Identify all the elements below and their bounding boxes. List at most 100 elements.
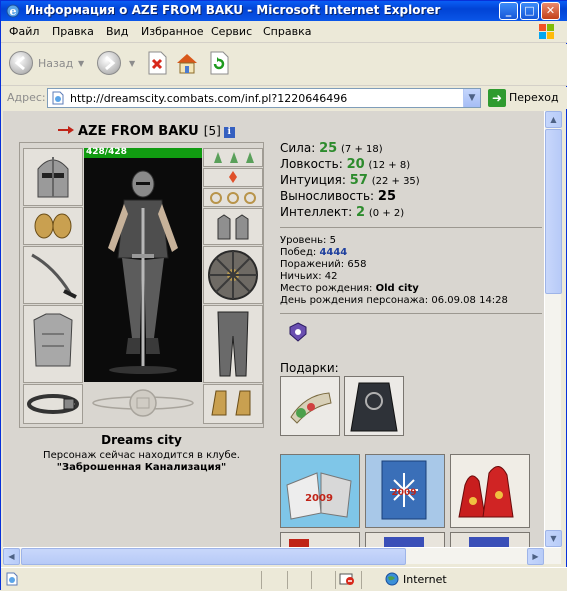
gift-item[interactable] xyxy=(344,376,404,436)
stat-value: 25 xyxy=(377,189,396,204)
info-value: 4444 xyxy=(319,247,348,258)
go-label: Переход xyxy=(509,91,559,104)
back-dropdown[interactable]: ▼ xyxy=(78,59,84,68)
menu-bar: Файл Правка Вид Избранное Сервис Справка xyxy=(1,21,567,43)
info-value: Old city xyxy=(375,283,419,294)
slot-helmet[interactable] xyxy=(23,148,83,206)
menu-file[interactable]: Файл xyxy=(9,25,39,38)
info-draws: Ничьих: 42 xyxy=(280,271,542,283)
info-value: 06.09.08 14:28 xyxy=(431,295,508,306)
red-arrow-icon[interactable] xyxy=(58,125,74,135)
home-icon[interactable] xyxy=(175,51,199,75)
hp-bar: 428/428 xyxy=(84,147,202,158)
vertical-scroll-thumb[interactable] xyxy=(545,129,562,294)
minimize-button[interactable]: _ xyxy=(499,2,518,20)
menu-help[interactable]: Справка xyxy=(263,25,311,38)
horizontal-scrollbar[interactable]: ◀ ▶ xyxy=(3,547,561,565)
status-divider xyxy=(361,571,362,589)
info-label: Место рождения: xyxy=(280,283,373,294)
gloves-icon xyxy=(217,214,249,240)
info-label: Побед: xyxy=(280,247,317,258)
combats-logo xyxy=(84,383,202,424)
stat-intuition: Интуиция: 57 (22 + 35) xyxy=(280,173,540,189)
stop-icon[interactable] xyxy=(146,51,168,75)
stat-agility: Ловкость: 20 (12 + 8) xyxy=(280,157,540,173)
slot-leggings[interactable] xyxy=(203,305,263,383)
status-divider xyxy=(335,571,336,589)
windows-logo-icon xyxy=(539,24,554,39)
horizontal-scroll-thumb[interactable] xyxy=(21,548,406,565)
title-bar: e Информация о AZE FROM BAKU - Microsoft… xyxy=(1,1,567,21)
stat-intellect: Интеллект: 2 (0 + 2) xyxy=(280,205,540,221)
club-location: "Заброшенная Канализация" xyxy=(56,462,227,473)
page-icon xyxy=(52,91,64,105)
info-label: Уровень: xyxy=(280,235,327,246)
sword-icon xyxy=(31,253,77,299)
stat-value: 25 xyxy=(319,141,338,156)
address-input[interactable]: http://dreamscity.combats.com/inf.pl?122… xyxy=(47,88,481,108)
bracers-icon xyxy=(34,213,72,239)
close-icon: ✕ xyxy=(545,4,556,17)
menu-tools[interactable]: Сервис xyxy=(211,25,252,38)
horn-gift-icon xyxy=(290,392,332,424)
menu-favorites[interactable]: Избранное xyxy=(141,25,203,38)
maximize-button[interactable]: □ xyxy=(520,2,539,20)
slot-weapon[interactable] xyxy=(23,246,83,304)
slot-gloves[interactable] xyxy=(203,208,263,245)
stat-label: Ловкость: xyxy=(280,157,343,171)
status-bar: Internet xyxy=(1,567,567,591)
info-icon[interactable]: i xyxy=(223,127,235,138)
zone-label: Internet xyxy=(403,573,447,586)
vertical-scrollbar[interactable]: ▲ ▼ xyxy=(544,111,562,547)
club-status-text: Персонаж сейчас находится в клубе. xyxy=(43,450,240,461)
address-dropdown[interactable]: ▼ xyxy=(463,89,480,107)
slot-amulet[interactable] xyxy=(203,168,263,187)
stat-label: Выносливость: xyxy=(280,189,375,203)
address-label: Адрес: xyxy=(7,91,46,104)
popup-blocked-icon[interactable] xyxy=(339,572,355,586)
slot-armor[interactable] xyxy=(23,305,83,383)
gift-card[interactable] xyxy=(450,532,530,547)
back-button[interactable] xyxy=(9,51,33,75)
slot-belt[interactable] xyxy=(23,384,83,424)
stat-value: 20 xyxy=(346,157,365,172)
slot-rings[interactable] xyxy=(203,188,263,207)
slot-boots[interactable] xyxy=(203,384,263,424)
info-block: Уровень: 5 Побед: 4444 Поражений: 658 Ни… xyxy=(280,235,542,307)
helmet-icon xyxy=(37,157,69,198)
ie-window: e Информация о AZE FROM BAKU - Microsoft… xyxy=(0,0,567,591)
scroll-up-button[interactable]: ▲ xyxy=(545,111,562,128)
clan-badge-icon[interactable] xyxy=(288,322,308,342)
menu-view[interactable]: Вид xyxy=(106,25,128,38)
scroll-down-button[interactable]: ▼ xyxy=(545,530,562,547)
menu-edit[interactable]: Правка xyxy=(52,25,94,38)
refresh-icon[interactable] xyxy=(208,51,230,75)
forward-dropdown[interactable]: ▼ xyxy=(129,59,135,68)
gift-card[interactable] xyxy=(450,454,530,528)
info-value: 658 xyxy=(347,259,367,270)
character-header: AZE FROM BAKU [5] i xyxy=(58,120,235,139)
slot-bracers[interactable] xyxy=(23,207,83,245)
scroll-left-button[interactable]: ◀ xyxy=(3,548,20,565)
address-bar: Адрес: http://dreamscity.combats.com/inf… xyxy=(1,87,567,109)
go-arrow-icon: ➜ xyxy=(488,89,506,107)
gift-card[interactable] xyxy=(280,532,360,547)
back-label: Назад xyxy=(38,57,74,70)
gift-card[interactable]: 2009 xyxy=(365,454,445,528)
gift-item[interactable] xyxy=(280,376,340,436)
stat-bonus: (7 + 18) xyxy=(341,144,383,155)
amulet-icon xyxy=(229,171,237,183)
scroll-right-button[interactable]: ▶ xyxy=(527,548,544,565)
go-button[interactable]: ➜ Переход xyxy=(486,89,566,107)
page-content: AZE FROM BAKU [5] i 428/428 Dreams city … xyxy=(3,111,544,547)
stat-bonus: (12 + 8) xyxy=(368,160,411,171)
close-button[interactable]: ✕ xyxy=(541,2,560,20)
info-label: День рождения персонажа: xyxy=(280,295,429,306)
gift-card[interactable] xyxy=(365,532,445,547)
gift-card[interactable]: 2009 xyxy=(280,454,360,528)
slot-shield[interactable] xyxy=(203,246,263,304)
slot-runes[interactable] xyxy=(203,148,263,167)
info-label: Поражений: xyxy=(280,259,345,270)
forward-button[interactable] xyxy=(97,51,121,75)
back-icon xyxy=(14,55,25,71)
